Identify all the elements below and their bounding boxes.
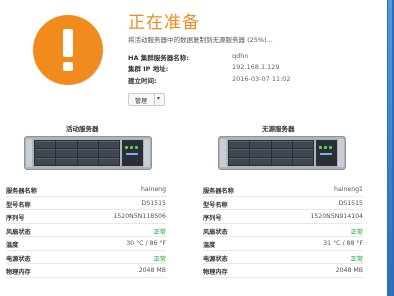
property-label: 物理内存 bbox=[6, 269, 31, 276]
table-row: 风扇状态 正常 bbox=[203, 224, 363, 237]
property-value: DS1515 bbox=[141, 199, 166, 207]
property-label: 型号名称 bbox=[203, 201, 228, 209]
manage-button[interactable]: 管理 ▾ bbox=[128, 93, 165, 106]
property-value: haineng bbox=[140, 186, 166, 193]
table-row: 服务器名称 haineng bbox=[6, 183, 166, 197]
property-label: 温度 bbox=[203, 242, 216, 249]
property-label: 风扇状态 bbox=[6, 228, 31, 236]
property-value: 1520N5N118506 bbox=[113, 213, 166, 220]
info-value: 192.168.1.129 bbox=[232, 63, 280, 71]
status-value: 正常 bbox=[350, 255, 363, 263]
table-row: 物理内存 2048 MB bbox=[203, 264, 363, 278]
property-label: 电源状态 bbox=[203, 255, 228, 263]
active-server-properties: 服务器名称 haineng 型号名称 DS1515 序列号 1520N5N118… bbox=[6, 183, 166, 278]
info-label: 集群 IP 地址: bbox=[128, 65, 169, 73]
table-row: 电源状态 正常 bbox=[6, 251, 166, 264]
property-value: DS1515 bbox=[338, 199, 363, 207]
property-value: 31 °C / 88 °F bbox=[323, 240, 363, 247]
property-value: 30 °C / 86 °F bbox=[126, 240, 166, 247]
property-label: 型号名称 bbox=[6, 201, 31, 209]
property-label: 服务器名称 bbox=[6, 188, 37, 195]
property-label: 序列号 bbox=[203, 215, 222, 222]
alert-icon bbox=[33, 15, 103, 85]
chevron-down-icon[interactable]: ▾ bbox=[157, 95, 160, 102]
passive-server-title: 无源服务器 bbox=[262, 125, 295, 133]
status-value: 正常 bbox=[153, 228, 166, 236]
window-edge-strip bbox=[387, 0, 394, 296]
table-row: 电源状态 正常 bbox=[203, 251, 363, 264]
property-label: 服务器名称 bbox=[203, 188, 234, 195]
passive-server-properties: 服务器名称 haineng1 型号名称 DS1515 序列号 1520N5N91… bbox=[203, 183, 363, 278]
table-row: 风扇状态 正常 bbox=[6, 224, 166, 237]
status-value: 正常 bbox=[350, 228, 363, 236]
info-label: 建立时间: bbox=[128, 77, 157, 85]
property-value: 1520N5N914104 bbox=[310, 213, 363, 220]
info-value: qdhn bbox=[232, 52, 249, 60]
property-value: 2048 MB bbox=[138, 267, 166, 274]
table-row: 服务器名称 haineng1 bbox=[203, 183, 363, 197]
server-rack-image bbox=[24, 136, 152, 170]
table-row: 物理内存 2048 MB bbox=[6, 264, 166, 278]
property-value: 2048 MB bbox=[335, 267, 363, 274]
table-row: 温度 30 °C / 86 °F bbox=[6, 237, 166, 251]
active-server-title: 活动服务器 bbox=[66, 125, 99, 133]
status-value: 正常 bbox=[153, 255, 166, 263]
property-label: 风扇状态 bbox=[203, 228, 228, 236]
property-label: 温度 bbox=[6, 242, 19, 249]
property-value: haineng1 bbox=[334, 186, 363, 193]
property-label: 物理内存 bbox=[203, 269, 228, 276]
server-rack-image bbox=[218, 136, 346, 170]
table-row: 序列号 1520N5N118506 bbox=[6, 210, 166, 224]
info-value: 2016-03-07 11:02 bbox=[232, 75, 291, 83]
status-description: 将活动服务器中的数据复制到无源服务器 (25%)... bbox=[128, 36, 273, 44]
info-label: HA 集群服务器名称: bbox=[128, 54, 189, 62]
property-label: 电源状态 bbox=[6, 255, 31, 263]
table-row: 型号名称 DS1515 bbox=[6, 197, 166, 210]
table-row: 温度 31 °C / 88 °F bbox=[203, 237, 363, 251]
property-label: 序列号 bbox=[6, 215, 25, 222]
manage-button-label: 管理 bbox=[135, 98, 148, 105]
table-row: 序列号 1520N5N914104 bbox=[203, 210, 363, 224]
status-title: 正在准备 bbox=[128, 13, 200, 33]
table-row: 型号名称 DS1515 bbox=[203, 197, 363, 210]
